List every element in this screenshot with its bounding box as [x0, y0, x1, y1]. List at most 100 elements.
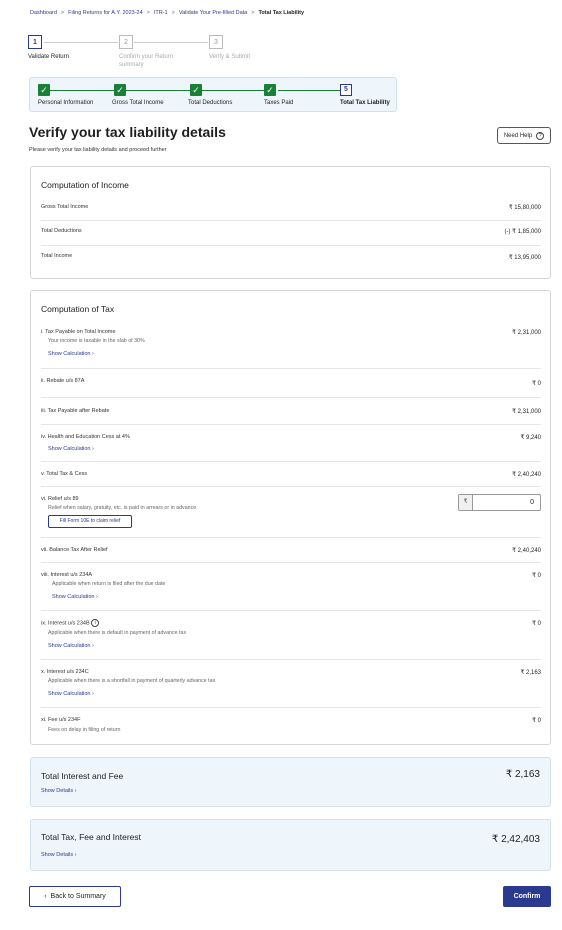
sub-stepper-connector [50, 90, 118, 91]
row-label: iii. Tax Payable after Rebate [41, 408, 110, 414]
relief-u-s-89-input[interactable]: ₹ 0 [458, 494, 541, 511]
tax-row: iv. Health and Education Cess at 4% ₹ 9,… [41, 425, 541, 462]
outer-step-2: 2 Confirm your Return summary [119, 35, 189, 69]
row-label: xi. Fee u/s 234F [41, 717, 81, 723]
sub-stepper: ✓ Personal Information ✓ Gross Total Inc… [29, 77, 397, 112]
income-row: Total Deductions (-) ₹ 1,85,000 [41, 221, 541, 246]
breadcrumb-separator: > [171, 10, 175, 16]
step-label: Confirm your Return summary [119, 54, 174, 68]
confirm-button[interactable]: Confirm [503, 886, 551, 907]
sub-stepper-connector [278, 90, 340, 91]
page-title: Verify your tax liability details [29, 124, 226, 140]
row-value: ₹ 2,163 [520, 670, 542, 676]
link-label: Show Calculation [48, 446, 91, 452]
chevron-right-icon: › [74, 788, 77, 794]
outer-stepper: 1 Validate Return 2 Confirm your Return … [28, 35, 298, 75]
row-value: ₹ 2,40,240 [512, 472, 541, 478]
sub-step-taxes-paid[interactable]: ✓ Taxes Paid [264, 84, 293, 106]
page-subtitle: Please verify your tax liability details… [29, 147, 167, 153]
row-description: Applicable when there is a shortfall in … [48, 678, 216, 684]
check-icon: ✓ [264, 84, 276, 96]
link-label: Show Calculation [48, 691, 91, 697]
income-row: Gross Total Income ₹ 15,80,000 [41, 195, 541, 221]
sub-step-total-deductions[interactable]: ✓ Total Deductions [188, 84, 232, 106]
breadcrumb-separator: > [60, 10, 65, 16]
tax-row: xi. Fee u/s 234F ₹ 0 Fees on delay in fi… [41, 708, 541, 742]
row-label: viii. Interest u/s 234A [41, 572, 93, 578]
show-details-link[interactable]: Show Details › [41, 788, 76, 794]
breadcrumb-filing-returns[interactable]: Filing Returns for A.Y. 2023-24 [68, 10, 143, 16]
row-label: i. Tax Payable on Total Income [41, 329, 116, 335]
breadcrumb-current: Total Tax Liability [258, 10, 305, 16]
outer-step-3: 3 Verify & Submit [209, 35, 289, 61]
row-label: v. Total Tax & Cess [41, 471, 88, 477]
total-interest-fee-card: Total Interest and Fee ₹ 2,163 Show Deta… [30, 757, 551, 807]
summary-title: Total Interest and Fee [41, 771, 124, 781]
row-value: ₹ 0 [532, 718, 541, 724]
show-calculation-link[interactable]: Show Calculation › [48, 446, 94, 452]
check-icon: ✓ [38, 84, 50, 96]
need-help-button[interactable]: Need Help ? [497, 127, 551, 144]
row-value: ₹ 0 [532, 381, 541, 387]
tax-row: vii. Balance Tax After Relief ₹ 2,40,240 [41, 538, 541, 563]
row-description: Relief when salary, gratuity, etc. is pa… [48, 505, 197, 511]
row-value: ₹ 0 [532, 621, 541, 627]
sub-step-personal-information[interactable]: ✓ Personal Information [38, 84, 93, 106]
row-value: ₹ 15,80,000 [508, 205, 541, 211]
breadcrumb-itr1[interactable]: ITR-1 [154, 10, 168, 16]
show-calculation-link[interactable]: Show Calculation › [52, 594, 98, 600]
row-value: ₹ 2,40,240 [512, 548, 541, 554]
computation-of-tax-card: Computation of Tax i. Tax Payable on Tot… [30, 290, 551, 745]
link-label: Show Calculation [48, 351, 91, 357]
chevron-left-icon: ‹ [44, 893, 47, 900]
show-calculation-link[interactable]: Show Calculation › [48, 691, 94, 697]
outer-step-1: 1 Validate Return [28, 35, 108, 61]
chevron-right-icon: › [92, 446, 94, 452]
row-label: ii. Rebate u/s 87A [41, 378, 85, 384]
row-label: Total Deductions [41, 228, 82, 234]
tax-row: iii. Tax Payable after Rebate ₹ 2,31,000 [41, 398, 541, 425]
info-icon[interactable]: i [91, 619, 100, 627]
step-number: 1 [28, 35, 42, 49]
show-calculation-link[interactable]: Show Calculation › [48, 643, 94, 649]
card-title: Computation of Tax [41, 304, 115, 314]
check-icon: ✓ [114, 84, 126, 96]
show-calculation-link[interactable]: Show Calculation › [48, 351, 94, 357]
tax-row: vi. Relief u/s 89 Relief when salary, gr… [41, 487, 541, 538]
step-number: 2 [119, 35, 133, 49]
tax-row: v. Total Tax & Cess ₹ 2,40,240 [41, 462, 541, 487]
row-value: ₹ 2,31,000 [512, 330, 541, 336]
total-tax-fee-interest-card: Total Tax, Fee and Interest ₹ 2,42,403 S… [30, 819, 551, 871]
row-value: ₹ 2,31,000 [512, 409, 541, 415]
breadcrumb-separator: > [251, 10, 255, 16]
row-label: ix. Interest u/s 234B i [41, 619, 100, 627]
breadcrumb-validate-data[interactable]: Validate Your Pre-filled Data [179, 10, 247, 16]
tax-row: i. Tax Payable on Total Income ₹ 2,31,00… [41, 319, 541, 369]
chevron-right-icon: › [96, 594, 98, 600]
chevron-right-icon: › [92, 643, 94, 649]
row-value: ₹ 0 [532, 573, 541, 579]
tax-row: viii. Interest u/s 234A ₹ 0 Applicable w… [41, 563, 541, 611]
row-label: vi. Relief u/s 89 [41, 496, 79, 502]
relief-input-value: 0 [530, 499, 534, 506]
row-description: Your income is taxable in the slab of 30… [48, 338, 145, 344]
breadcrumb-dashboard[interactable]: Dashboard [30, 10, 57, 16]
income-row: Total Income ₹ 13,95,000 [41, 246, 541, 272]
row-label: Gross Total Income [41, 204, 89, 210]
sub-step-label: Total Tax Liability [340, 100, 390, 106]
tax-row: x. Interest u/s 234C ₹ 2,163 Applicable … [41, 660, 541, 708]
sub-step-gross-total-income[interactable]: ✓ Gross Total Income [112, 84, 164, 106]
row-label: Total Income [41, 253, 73, 259]
fill-form-10e-button[interactable]: Fill Form 10E to claim relief [48, 515, 132, 528]
row-value: ₹ 13,95,000 [508, 255, 541, 261]
sub-stepper-connector [126, 90, 194, 91]
row-label: vii. Balance Tax After Relief [41, 547, 108, 553]
row-description: Fees on delay in filing of return [48, 727, 121, 733]
summary-title: Total Tax, Fee and Interest [41, 832, 142, 842]
step-number: 3 [209, 35, 223, 49]
computation-of-income-card: Computation of Income Gross Total Income… [30, 166, 551, 279]
card-title: Computation of Income [41, 180, 129, 190]
summary-value: ₹ 2,163 [505, 769, 540, 780]
show-details-link[interactable]: Show Details › [41, 852, 76, 858]
back-to-summary-button[interactable]: ‹ Back to Summary [29, 886, 121, 907]
